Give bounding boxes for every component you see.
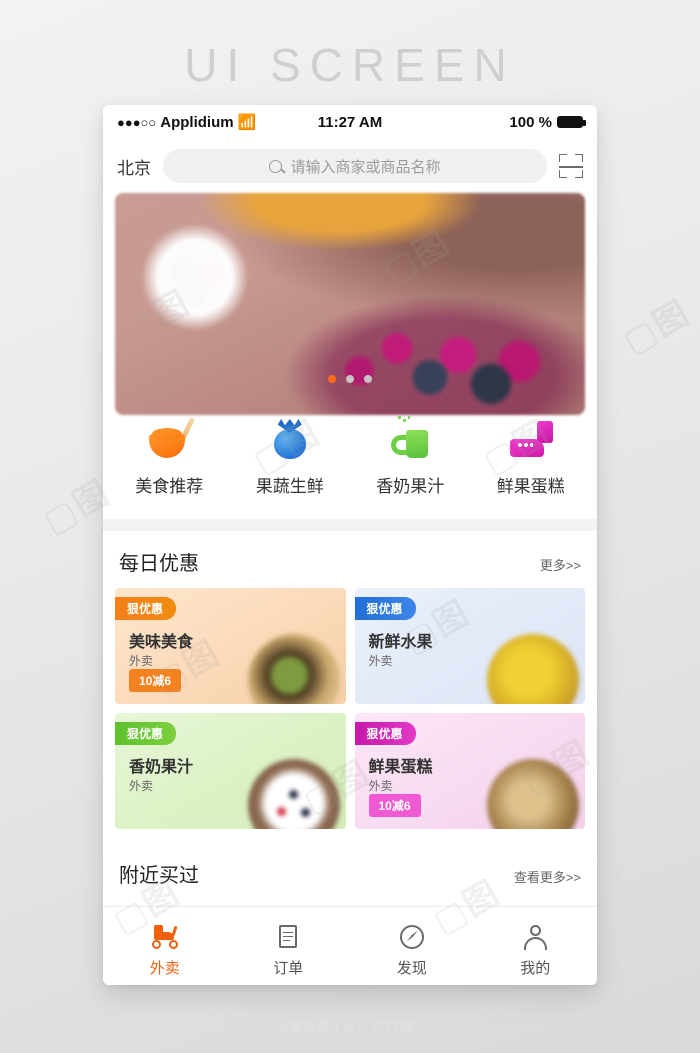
bottom-tab-bar: 外卖 订单 发现 我的 xyxy=(103,915,597,985)
watermark: ▢图 xyxy=(616,293,697,362)
search-icon xyxy=(269,159,283,173)
document-icon xyxy=(274,923,302,951)
discount-tag: 10减6 xyxy=(368,794,421,817)
status-left: ●●●○○ Applidium 📶 xyxy=(117,113,271,132)
person-icon xyxy=(521,923,549,951)
carousel-dot-1[interactable] xyxy=(328,375,336,383)
daily-deals-header: 每日优惠 更多>> xyxy=(103,531,597,588)
category-label: 鲜果蛋糕 xyxy=(496,477,565,496)
tab-discover[interactable]: 发现 xyxy=(350,923,474,978)
signal-strength-icon: ●●●○○ xyxy=(117,114,157,130)
more-link[interactable]: 更多>> xyxy=(540,555,581,574)
search-placeholder: 请输入商家或商品名称 xyxy=(290,158,441,176)
deal-thumbnail xyxy=(487,759,579,829)
promo-ribbon: 狠优惠 xyxy=(354,722,416,745)
tab-label: 我的 xyxy=(520,959,551,977)
deal-subtitle: 外卖 xyxy=(368,654,393,668)
search-input[interactable]: 请输入商家或商品名称 xyxy=(163,149,547,183)
carrier-label: Applidium xyxy=(160,113,234,131)
discount-tag: 10减6 xyxy=(129,669,182,692)
deals-grid: 狠优惠 美味美食 外卖 10减6 狠优惠 新鲜水果 外卖 狠优惠 香奶果汁 外卖… xyxy=(103,588,597,843)
category-item-juice[interactable]: 香奶果汁 xyxy=(350,416,471,497)
banner-carousel[interactable] xyxy=(103,193,597,415)
status-right: 100 % xyxy=(429,113,586,131)
carousel-dots[interactable] xyxy=(115,375,585,383)
tab-takeout[interactable]: 外卖 xyxy=(103,923,227,978)
deal-card[interactable]: 狠优惠 香奶果汁 外卖 xyxy=(115,713,346,829)
status-bar: ●●●○○ Applidium 📶 11:27 AM 100 % xyxy=(103,105,597,139)
battery-percent-label: 100 % xyxy=(509,113,552,131)
nearby-section-header: 附近买过 查看更多>> xyxy=(103,843,597,907)
scooter-icon xyxy=(151,923,179,951)
noodle-bowl-icon xyxy=(145,417,196,461)
search-bar: 北京 请输入商家或商品名称 xyxy=(103,139,597,193)
deal-title: 鲜果蛋糕 xyxy=(368,759,433,776)
daily-deals-section: 每日优惠 更多>> 狠优惠 美味美食 外卖 10减6 狠优惠 新鲜水果 外卖 狠… xyxy=(103,531,597,843)
carousel-dot-3[interactable] xyxy=(364,375,372,383)
deal-title: 美味美食 xyxy=(129,634,194,651)
tab-label: 外卖 xyxy=(149,959,180,977)
deal-subtitle: 外卖 xyxy=(129,779,154,793)
promo-ribbon: 狠优惠 xyxy=(115,722,177,745)
category-label: 香奶果汁 xyxy=(376,477,445,496)
deal-title: 香奶果汁 xyxy=(129,759,194,776)
city-selector[interactable]: 北京 xyxy=(117,154,151,179)
battery-full-icon xyxy=(556,116,586,128)
promo-ribbon: 狠优惠 xyxy=(354,597,416,620)
compass-icon xyxy=(398,923,426,951)
promo-ribbon: 狠优惠 xyxy=(115,597,177,620)
deal-subtitle: 外卖 xyxy=(368,779,393,793)
section-title: 附近买过 xyxy=(119,865,199,887)
category-item-cake[interactable]: 鲜果蛋糕 xyxy=(471,417,592,497)
deal-subtitle: 外卖 xyxy=(129,654,154,668)
deal-title: 新鲜水果 xyxy=(368,634,433,651)
deal-card[interactable]: 狠优惠 鲜果蛋糕 外卖 10减6 xyxy=(354,713,585,829)
section-divider xyxy=(103,519,597,531)
deal-thumbnail xyxy=(247,634,340,704)
juice-cup-icon xyxy=(386,416,434,461)
category-label: 美食推荐 xyxy=(135,477,204,496)
page-footer: IBAOTU, COM xyxy=(283,1018,417,1035)
category-item-food[interactable]: 美食推荐 xyxy=(109,417,230,497)
tab-profile[interactable]: 我的 xyxy=(474,923,598,978)
deal-card[interactable]: 狠优惠 新鲜水果 外卖 xyxy=(354,588,585,704)
cake-icon xyxy=(507,417,555,461)
tab-label: 订单 xyxy=(273,959,304,977)
deal-card[interactable]: 狠优惠 美味美食 外卖 10减6 xyxy=(115,588,346,704)
tab-label: 发现 xyxy=(396,959,427,977)
tab-orders[interactable]: 订单 xyxy=(227,923,351,978)
carousel-dot-2[interactable] xyxy=(346,375,354,383)
view-more-link[interactable]: 查看更多>> xyxy=(514,867,581,886)
phone-mockup: ●●●○○ Applidium 📶 11:27 AM 100 % 北京 请输入商… xyxy=(103,105,597,985)
scan-code-icon[interactable] xyxy=(559,154,583,178)
page-title: UI SCREEN xyxy=(184,39,516,91)
category-row: 美食推荐 果蔬生鲜 香奶果汁 鲜果蛋糕 xyxy=(103,397,597,519)
section-title: 每日优惠 xyxy=(119,553,199,575)
category-item-produce[interactable]: 果蔬生鲜 xyxy=(230,417,351,497)
clock-label: 11:27 AM xyxy=(317,113,383,131)
blueberry-icon xyxy=(266,417,314,461)
deal-thumbnail xyxy=(487,634,579,704)
category-label: 果蔬生鲜 xyxy=(255,477,324,496)
deal-thumbnail xyxy=(247,759,340,829)
wifi-icon: 📶 xyxy=(237,114,257,131)
